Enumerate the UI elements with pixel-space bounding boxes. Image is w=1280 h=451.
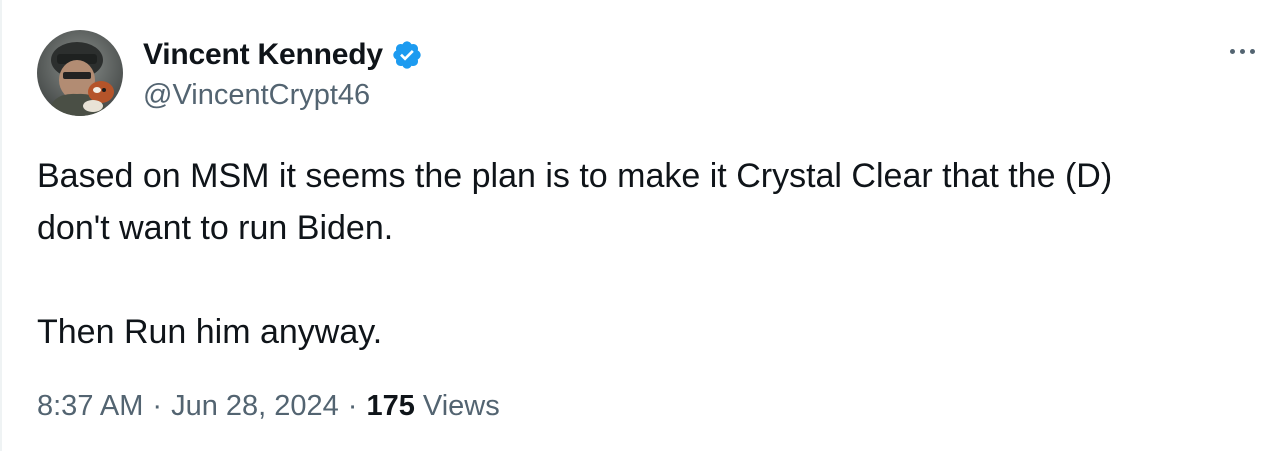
more-horizontal-icon[interactable] [1220, 36, 1264, 66]
author-identity: Vincent Kennedy @VincentCrypt46 [143, 35, 423, 112]
tweet-meta: 8:37 AM · Jun 28, 2024 · 175 Views [37, 390, 500, 423]
avatar[interactable] [37, 30, 123, 116]
tweet-text-line: Based on MSM it seems the plan is to mak… [37, 157, 1113, 195]
more-dot [1229, 48, 1235, 54]
tweet-header: Vincent Kennedy @VincentCrypt46 [37, 28, 423, 118]
tweet-card: Vincent Kennedy @VincentCrypt46 Based on… [0, 0, 1280, 451]
user-handle[interactable]: @VincentCrypt46 [143, 79, 423, 112]
display-name[interactable]: Vincent Kennedy [143, 38, 383, 72]
more-dot [1239, 48, 1245, 54]
meta-separator: · [347, 390, 358, 422]
more-dot [1249, 48, 1255, 54]
tweet-time[interactable]: 8:37 AM [37, 390, 143, 422]
meta-separator: · [152, 390, 163, 422]
tweet-text-line: don't want to run Biden. [37, 209, 394, 247]
verified-badge-icon[interactable] [391, 39, 423, 71]
views-count: 175 [366, 390, 415, 422]
views-label: Views [422, 390, 500, 422]
tweet-text-line: Then Run him anyway. [37, 313, 383, 351]
name-row: Vincent Kennedy [143, 35, 423, 75]
tweet-text: Based on MSM it seems the plan is to mak… [37, 150, 1252, 358]
tweet-date[interactable]: Jun 28, 2024 [171, 390, 339, 422]
divider [0, 0, 2, 451]
avatar-image [37, 30, 123, 116]
